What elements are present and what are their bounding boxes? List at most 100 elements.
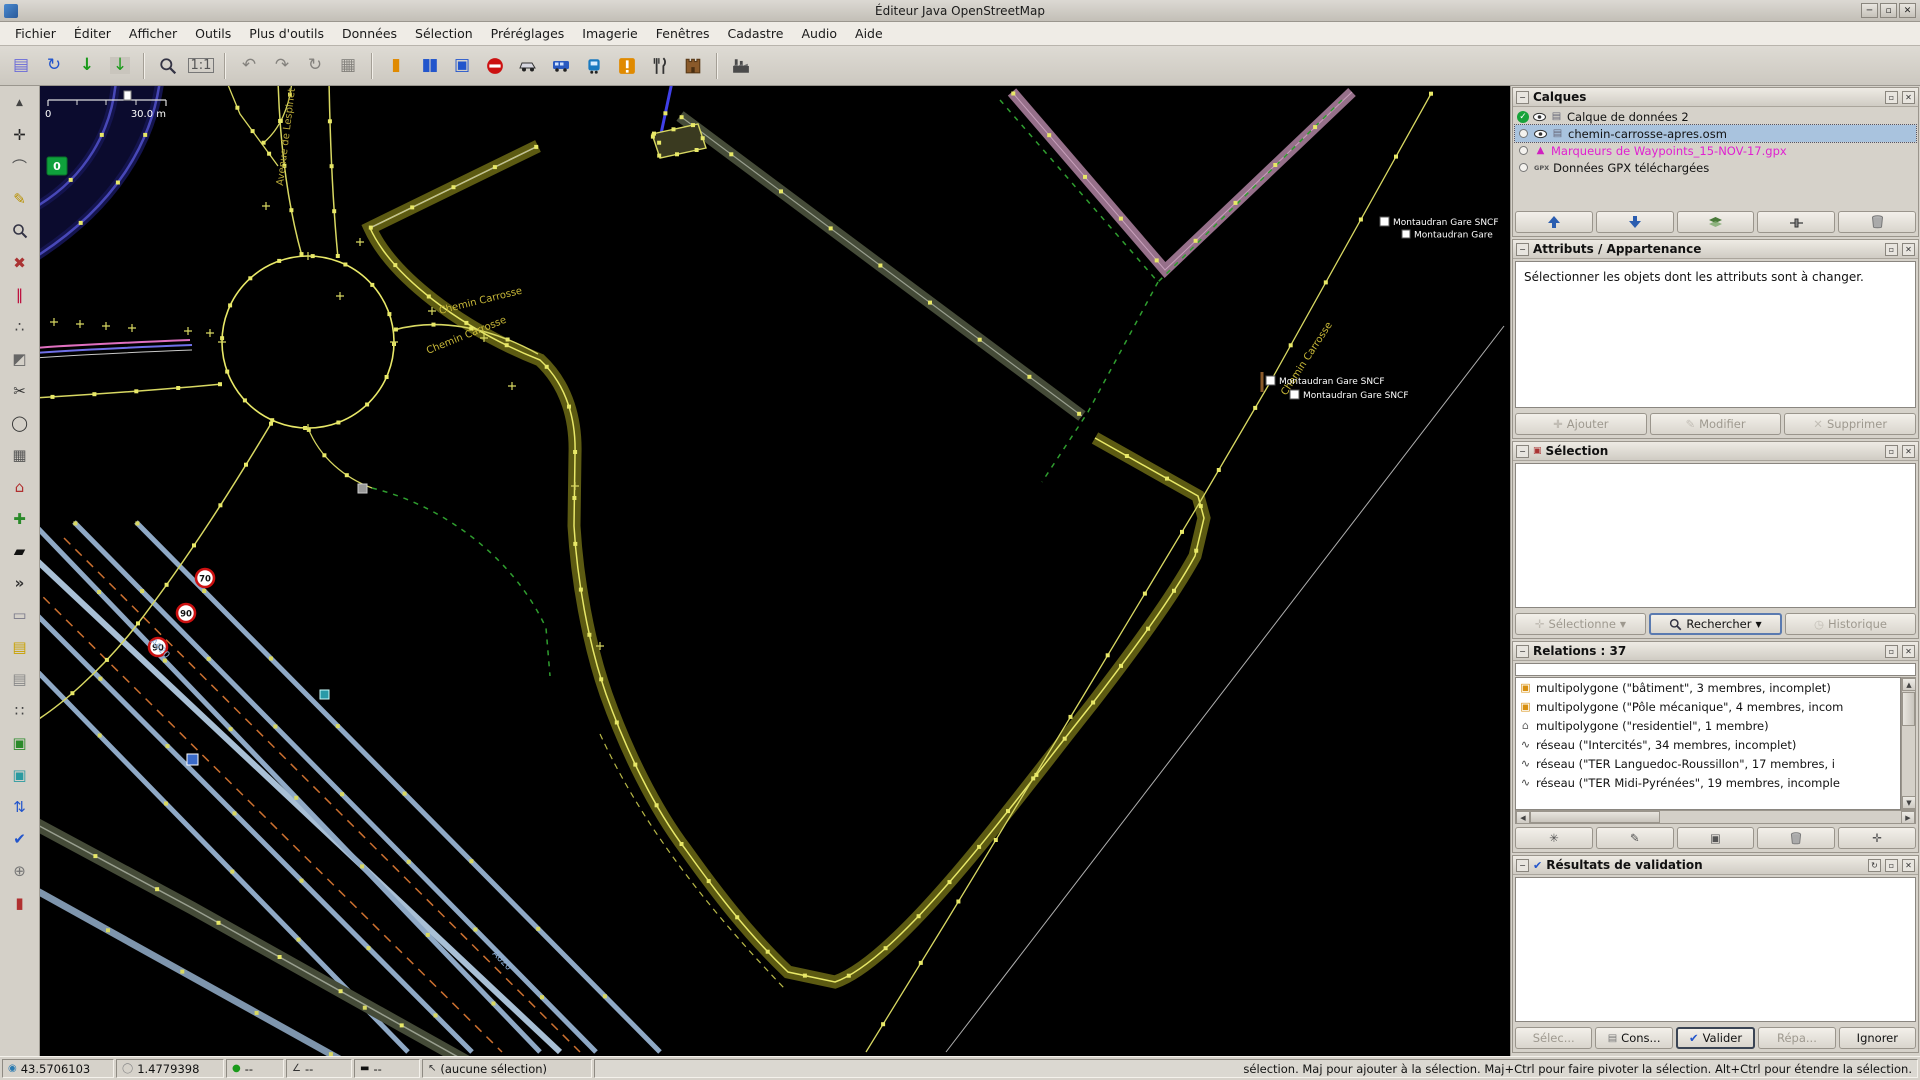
menu-editer[interactable]: Éditer bbox=[65, 23, 120, 44]
align-tool-button[interactable]: ▦ bbox=[4, 440, 35, 469]
layer-row-data2[interactable]: ✓ ▤ Calque de données 2 bbox=[1515, 108, 1916, 125]
delete-tool-button[interactable]: ✖ bbox=[4, 248, 35, 277]
teal-marker-icon[interactable] bbox=[319, 689, 330, 700]
edit-relation-button[interactable]: ✎ bbox=[1595, 827, 1674, 849]
scroll-up-icon[interactable]: ▲ bbox=[1902, 678, 1916, 691]
restaurant-preset-button[interactable] bbox=[645, 51, 675, 81]
add-node-tool-button[interactable]: ✚ bbox=[4, 504, 35, 533]
redo-tool-button[interactable]: ↷ bbox=[267, 51, 297, 81]
validation-results-list[interactable] bbox=[1515, 877, 1916, 1022]
car-preset-button[interactable] bbox=[513, 51, 543, 81]
minimize-button[interactable]: ─ bbox=[1861, 3, 1878, 18]
refresh-tool-button[interactable]: ↻ bbox=[300, 51, 330, 81]
radio-icon[interactable] bbox=[1519, 146, 1528, 155]
delete-layer-button[interactable] bbox=[1838, 211, 1916, 233]
layer-up-button[interactable] bbox=[1515, 211, 1593, 233]
collapse-icon[interactable]: − bbox=[1516, 242, 1529, 256]
zoom-slider-marker[interactable] bbox=[123, 90, 132, 101]
new-layer-button[interactable]: ▤ bbox=[6, 51, 36, 81]
zoom-tool-button[interactable] bbox=[4, 216, 35, 245]
validation-lint-button[interactable]: ▤ Cons... bbox=[1595, 1027, 1673, 1049]
draw-tool-button[interactable]: ✎ bbox=[4, 184, 35, 213]
delete-relation-button[interactable] bbox=[1757, 827, 1836, 849]
scroll-left-icon[interactable]: ◀ bbox=[1516, 811, 1530, 824]
eye-icon[interactable] bbox=[1533, 112, 1546, 122]
download-gps-button[interactable]: ↓ bbox=[105, 51, 135, 81]
stick-icon[interactable]: ▫ bbox=[1885, 858, 1898, 872]
delete-attribute-button[interactable]: ✕ Supprimer bbox=[1784, 413, 1917, 435]
select-relation-button[interactable]: ✛ bbox=[1838, 827, 1916, 849]
eye-icon[interactable] bbox=[1534, 129, 1547, 139]
validate-button[interactable]: ✔ Valider bbox=[1675, 1027, 1756, 1049]
menu-fichier[interactable]: Fichier bbox=[6, 23, 65, 44]
close-panel-icon[interactable]: ✕ bbox=[1902, 242, 1915, 256]
duplicate-relation-button[interactable]: ▣ bbox=[1676, 827, 1755, 849]
scroll-down-icon[interactable]: ▼ bbox=[1902, 796, 1916, 809]
menu-afficher[interactable]: Afficher bbox=[120, 23, 186, 44]
grid-tool-button[interactable]: ▦ bbox=[333, 51, 363, 81]
note-tool-button[interactable]: ▤ bbox=[4, 632, 35, 661]
relation-item[interactable]: ▣ multipolygone ("Pôle mécanique", 4 memb… bbox=[1516, 697, 1900, 716]
validate-tool-button[interactable]: ✔ bbox=[4, 824, 35, 853]
zoom-selection-button[interactable] bbox=[153, 51, 183, 81]
close-panel-icon[interactable]: ✕ bbox=[1902, 644, 1915, 658]
scrollbar-thumb[interactable] bbox=[1902, 692, 1915, 726]
select-menu-button[interactable]: ✛ Sélectionne ▼ bbox=[1515, 613, 1646, 635]
blue-marker-icon[interactable] bbox=[186, 753, 199, 766]
stick-icon[interactable]: ▫ bbox=[1885, 444, 1898, 458]
new-relation-button[interactable]: ✳ bbox=[1515, 827, 1593, 849]
circle-tool-button[interactable]: ◯ bbox=[4, 408, 35, 437]
opacity-button[interactable] bbox=[1757, 211, 1836, 233]
close-panel-icon[interactable]: ✕ bbox=[1902, 858, 1915, 872]
merge-layer-button[interactable] bbox=[1676, 211, 1755, 233]
maximize-button[interactable]: ▫ bbox=[1880, 3, 1897, 18]
search-button[interactable]: Rechercher ▼ bbox=[1649, 613, 1782, 635]
collapse-icon[interactable]: − bbox=[1516, 90, 1529, 104]
relations-horizontal-scrollbar[interactable]: ◀ ▶ bbox=[1515, 810, 1916, 824]
refresh-icon[interactable]: ↻ bbox=[1868, 858, 1881, 872]
selection-list[interactable] bbox=[1515, 463, 1916, 608]
scroll-up-button[interactable]: ▲ bbox=[4, 88, 35, 117]
bus-preset-button[interactable] bbox=[546, 51, 576, 81]
relation-item[interactable]: ▣ multipolygone ("bâtiment", 3 membres, i… bbox=[1516, 678, 1900, 697]
collapse-icon[interactable]: − bbox=[1516, 858, 1529, 872]
zoom-100-button[interactable]: 1:1 bbox=[186, 51, 216, 81]
menu-cadastre[interactable]: Cadastre bbox=[719, 23, 793, 44]
improve-accuracy-tool-button[interactable]: ∴ bbox=[4, 312, 35, 341]
ignore-button[interactable]: Ignorer bbox=[1838, 1027, 1917, 1049]
hazard-preset-button[interactable] bbox=[612, 51, 642, 81]
close-panel-icon[interactable]: ✕ bbox=[1902, 444, 1915, 458]
menu-imagerie[interactable]: Imagerie bbox=[573, 23, 646, 44]
menu-selection[interactable]: Sélection bbox=[406, 23, 482, 44]
factory-preset-button[interactable] bbox=[726, 51, 756, 81]
layer-row-gpx[interactable]: GPX Données GPX téléchargées bbox=[1515, 159, 1916, 176]
add-attribute-button[interactable]: ✚ Ajouter bbox=[1515, 413, 1647, 435]
menu-fenetres[interactable]: Fenêtres bbox=[647, 23, 719, 44]
red-tool-button[interactable]: ▮ bbox=[4, 888, 35, 917]
radio-icon[interactable] bbox=[1519, 129, 1528, 138]
fix-button[interactable]: Répa... bbox=[1758, 1027, 1836, 1049]
updown-tool-button[interactable]: ⇅ bbox=[4, 792, 35, 821]
relation-item[interactable]: ∿ réseau ("TER Midi-Pyrénées", 19 membres… bbox=[1516, 773, 1900, 792]
relation-item[interactable]: ⌂ multipolygone ("residentiel", 1 membre) bbox=[1516, 716, 1900, 735]
menu-aide[interactable]: Aide bbox=[846, 23, 892, 44]
platform-preset-button[interactable]: ▮▮ bbox=[414, 51, 444, 81]
menu-outils[interactable]: Outils bbox=[186, 23, 240, 44]
menu-donnees[interactable]: Données bbox=[333, 23, 406, 44]
lasso-tool-button[interactable]: ⌒ bbox=[4, 152, 35, 181]
stop-preset-button[interactable]: ▣ bbox=[447, 51, 477, 81]
castle-preset-button[interactable] bbox=[678, 51, 708, 81]
traffic-signal-preset-button[interactable]: ▮ bbox=[381, 51, 411, 81]
scroll-right-icon[interactable]: ▶ bbox=[1901, 811, 1915, 824]
extrude-tool-button[interactable]: ◩ bbox=[4, 344, 35, 373]
map-canvas[interactable]: 0 30.0 m 0 70 90 90 Avenue de Lespinet C… bbox=[40, 86, 1510, 1056]
scrollbar-thumb[interactable] bbox=[1530, 811, 1660, 823]
distribute-tool-button[interactable]: ∷ bbox=[4, 696, 35, 725]
stick-icon[interactable]: ▫ bbox=[1885, 90, 1898, 104]
no-entry-preset-button[interactable] bbox=[480, 51, 510, 81]
relation-item[interactable]: ∿ réseau ("TER Languedoc-Roussillon", 17 … bbox=[1516, 754, 1900, 773]
select-tool-button[interactable]: ✛ bbox=[4, 120, 35, 149]
stick-icon[interactable]: ▫ bbox=[1885, 242, 1898, 256]
close-button[interactable]: ✕ bbox=[1899, 3, 1916, 18]
menu-plus-outils[interactable]: Plus d'outils bbox=[240, 23, 333, 44]
